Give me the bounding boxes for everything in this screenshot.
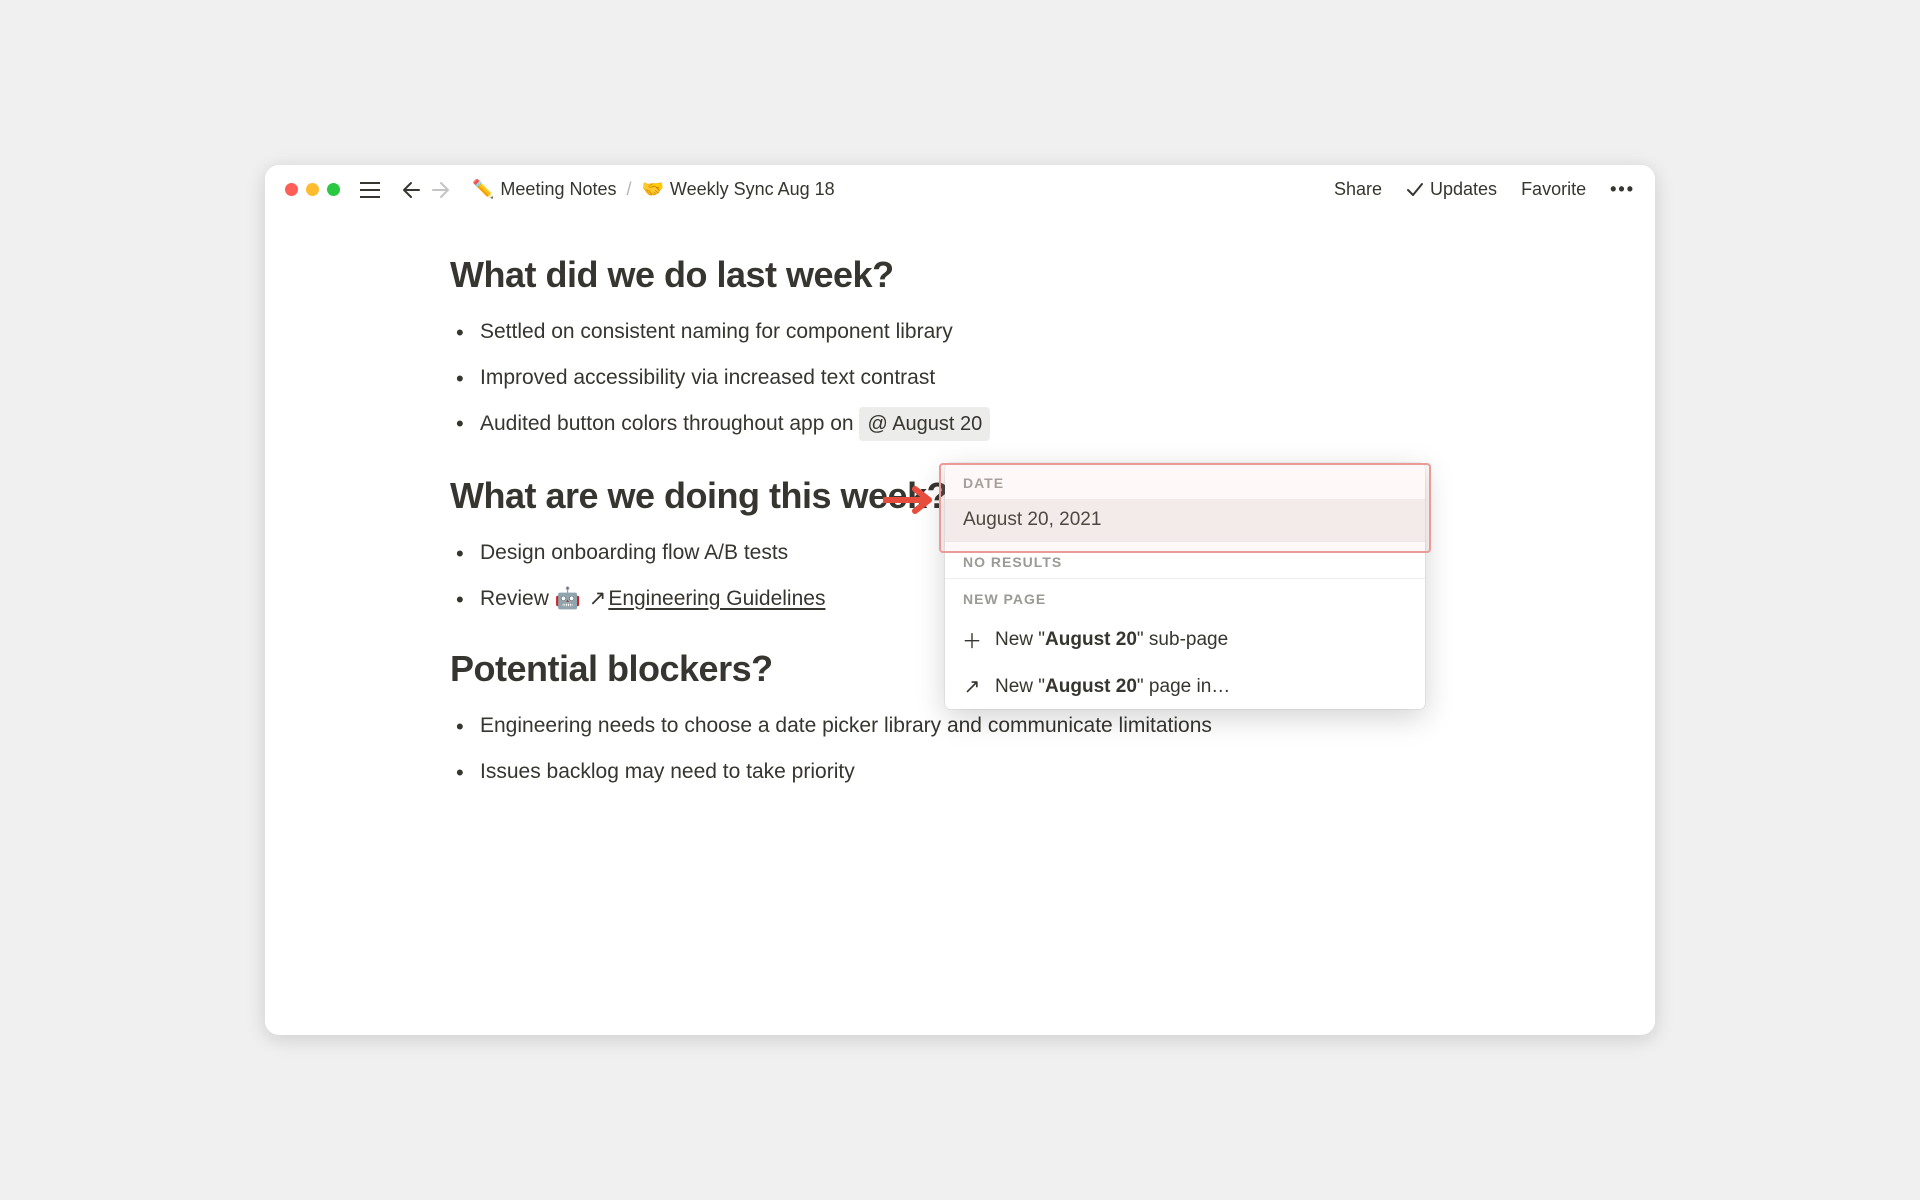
popup-new-pagein-text: New "August 20" page in… xyxy=(995,676,1230,698)
breadcrumb: ✏️ Meeting Notes / 🤝 Weekly Sync Aug 18 xyxy=(472,179,835,200)
favorite-button[interactable]: Favorite xyxy=(1521,179,1586,200)
mention-popup: DATE August 20, 2021 NO RESULTS NEW PAGE… xyxy=(945,463,1425,709)
popup-new-subpage-text: New "August 20" sub-page xyxy=(995,629,1228,651)
page-link-engineering-guidelines[interactable]: Engineering Guidelines xyxy=(608,587,825,610)
list-item[interactable]: Improved accessibility via increased tex… xyxy=(480,362,1470,394)
breadcrumb-parent-icon: ✏️ xyxy=(472,179,494,200)
maximize-window-button[interactable] xyxy=(327,183,340,196)
breadcrumb-current-icon: 🤝 xyxy=(642,179,664,200)
app-window: ✏️ Meeting Notes / 🤝 Weekly Sync Aug 18 … xyxy=(265,165,1655,1035)
popup-new-page-in-option[interactable]: ↗ New "August 20" page in… xyxy=(945,664,1425,709)
updates-button[interactable]: Updates xyxy=(1406,179,1497,200)
breadcrumb-parent[interactable]: ✏️ Meeting Notes xyxy=(472,179,616,200)
menu-icon[interactable] xyxy=(360,182,380,198)
close-window-button[interactable] xyxy=(285,183,298,196)
popup-date-option[interactable]: August 20, 2021 xyxy=(945,499,1425,541)
list-item[interactable]: Audited button colors throughout app on … xyxy=(480,407,1470,441)
updates-label: Updates xyxy=(1430,179,1497,200)
topbar-actions: Share Updates Favorite ••• xyxy=(1334,179,1635,200)
back-button[interactable] xyxy=(398,180,420,200)
minimize-window-button[interactable] xyxy=(306,183,319,196)
breadcrumb-separator: / xyxy=(626,179,631,200)
arrow-ne-icon: ↗ xyxy=(963,674,981,699)
date-mention-chip[interactable]: @ August 20 xyxy=(859,407,990,441)
breadcrumb-current-label: Weekly Sync Aug 18 xyxy=(670,179,835,200)
check-icon xyxy=(1406,182,1424,198)
popup-new-page-label: NEW PAGE xyxy=(945,579,1425,615)
topbar: ✏️ Meeting Notes / 🤝 Weekly Sync Aug 18 … xyxy=(265,165,1655,214)
popup-date-label: DATE xyxy=(945,463,1425,499)
list-item-text: Audited button colors throughout app on xyxy=(480,412,859,435)
breadcrumb-parent-label: Meeting Notes xyxy=(500,179,616,200)
list-blockers: Engineering needs to choose a date picke… xyxy=(450,710,1470,787)
heading-last-week: What did we do last week? xyxy=(450,254,1470,296)
list-item[interactable]: Settled on consistent naming for compone… xyxy=(480,316,1470,348)
list-last-week: Settled on consistent naming for compone… xyxy=(450,316,1470,441)
list-item[interactable]: Engineering needs to choose a date picke… xyxy=(480,710,1470,742)
breadcrumb-current[interactable]: 🤝 Weekly Sync Aug 18 xyxy=(642,179,835,200)
popup-new-subpage-option[interactable]: ＋ New "August 20" sub-page xyxy=(945,615,1425,664)
share-button[interactable]: Share xyxy=(1334,179,1382,200)
popup-no-results-label: NO RESULTS xyxy=(945,542,1425,578)
list-item-text: Review xyxy=(480,587,555,610)
forward-button[interactable] xyxy=(432,180,454,200)
window-controls xyxy=(285,183,340,196)
more-menu-button[interactable]: ••• xyxy=(1610,179,1635,200)
arrow-ne-icon: ↗ xyxy=(589,583,607,615)
robot-emoji-icon: 🤖 xyxy=(555,587,581,610)
list-item[interactable]: Issues backlog may need to take priority xyxy=(480,756,1470,788)
plus-icon: ＋ xyxy=(963,625,981,654)
